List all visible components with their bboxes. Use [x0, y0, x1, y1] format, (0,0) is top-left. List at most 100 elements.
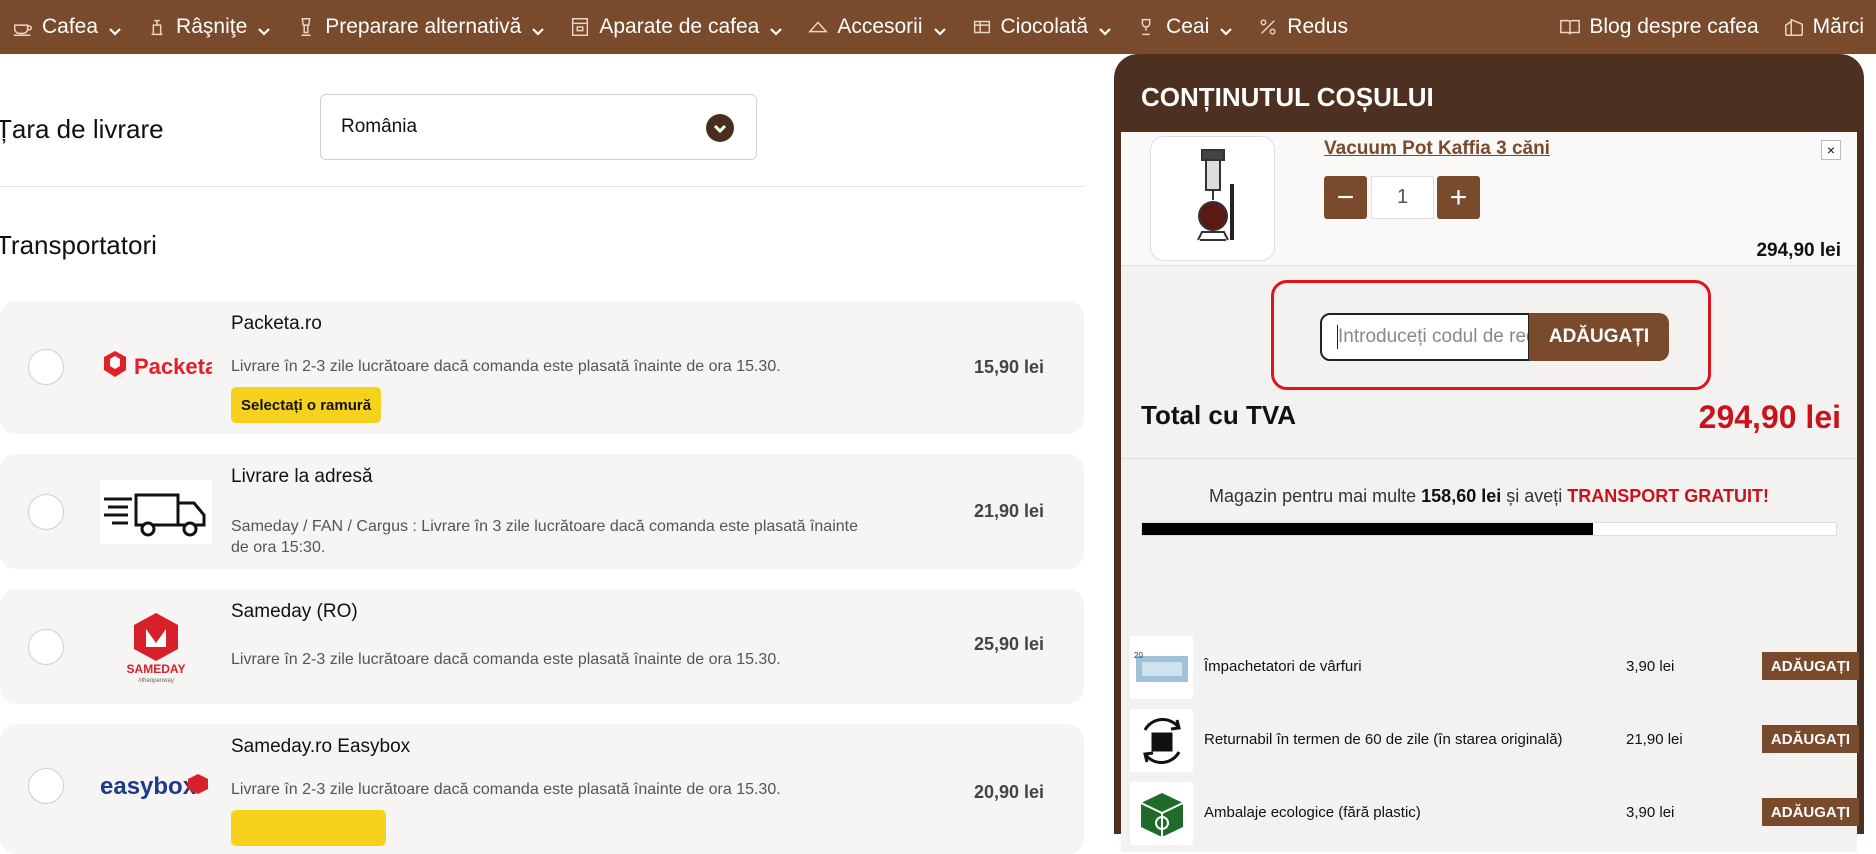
cart-panel: CONȚINUTUL COȘULUI Vacuum Pot Kaffia 3 c… — [1114, 54, 1864, 852]
packeta-logo: Packeta — [100, 335, 212, 399]
carrier-sameday[interactable]: SAMEDAY #theopenway Sameday (RO) Livrare… — [0, 589, 1084, 704]
select-branch-button[interactable]: Selectați o ramură — [231, 387, 382, 423]
nav-label: Aparate de cafea — [599, 15, 760, 38]
nav-label: Blog despre cafea — [1589, 15, 1759, 38]
chevron-down-icon — [531, 20, 545, 36]
carrier-radio[interactable] — [28, 349, 64, 385]
grinder-icon — [146, 16, 168, 38]
nav-item-ciocolata[interactable]: Ciocolată — [959, 0, 1125, 54]
nav-label: Accesorii — [837, 15, 923, 38]
coupon-add-button[interactable]: ADĂUGAȚI — [1529, 313, 1669, 361]
minus-icon: − — [1336, 180, 1355, 214]
nav-item-rasnite[interactable]: Râşniţe — [134, 0, 283, 54]
product-image[interactable] — [1150, 136, 1275, 261]
addon-tip-wrapper: 20 Împachetatori de vârfuri 3,90 lei ADĂ… — [1130, 636, 1859, 700]
addon-name: Returnabil în termen de 60 de zile (în s… — [1204, 731, 1563, 748]
carrier-address-delivery[interactable]: Livrare la adresă Sameday / FAN / Cargus… — [0, 454, 1084, 569]
chevron-down-icon — [1219, 20, 1233, 36]
carrier-price: 25,90 lei — [973, 634, 1044, 654]
carrier-name: Sameday (RO) — [231, 601, 358, 622]
country-value: România — [341, 116, 418, 137]
chocolate-icon — [971, 16, 993, 38]
addon-add-button[interactable]: ADĂUGAȚI — [1762, 725, 1859, 753]
free-shipping-message: Magazin pentru mai multe 158,60 lei și a… — [1121, 486, 1857, 507]
nav-label: Mărci — [1812, 15, 1864, 38]
nav-item-preparare[interactable]: Preparare alternativă — [283, 0, 557, 54]
divider — [0, 186, 1084, 187]
carrier-packeta[interactable]: Packeta Packeta.ro Livrare în 2-3 zile l… — [0, 301, 1084, 434]
percent-icon — [1257, 16, 1279, 38]
shipping-section: Țara de livrare România Transportatori P… — [0, 54, 1084, 854]
chevron-down-icon — [706, 114, 734, 142]
accessories-icon — [807, 16, 829, 38]
nav-label: Cafea — [42, 15, 99, 38]
coupon-highlight: Introduceți codul de reducere ADĂUGAȚI — [1271, 280, 1711, 390]
addon-add-button[interactable]: ADĂUGAȚI — [1762, 652, 1859, 680]
espresso-machine-icon — [569, 16, 591, 38]
cart-title: CONȚINUTUL COȘULUI — [1141, 82, 1434, 112]
qty-input[interactable]: 1 — [1371, 176, 1434, 219]
carrier-desc: Livrare în 2-3 zile lucrătoare dacă coma… — [231, 781, 781, 798]
chevron-down-icon — [769, 20, 783, 36]
nav-item-redus[interactable]: Redus — [1245, 0, 1360, 54]
addon-name: Împachetatori de vârfuri — [1204, 658, 1362, 675]
carrier-radio[interactable] — [28, 768, 64, 804]
addon-price: 3,90 lei — [1626, 658, 1675, 675]
carrier-radio[interactable] — [28, 494, 64, 530]
nav-item-marci[interactable]: Mărci — [1771, 0, 1876, 54]
country-select[interactable]: România — [320, 94, 757, 160]
free-shipping-progress — [1141, 522, 1837, 536]
carrier-price: 20,90 lei — [973, 782, 1044, 802]
carrier-easybox[interactable]: easybox Sameday.ro Easybox Livrare în 2-… — [0, 724, 1084, 854]
select-branch-button[interactable] — [231, 810, 386, 846]
free-shipping-highlight: TRANSPORT GRATUIT! — [1567, 486, 1769, 506]
chevron-down-icon — [108, 20, 122, 36]
truck-logo — [100, 480, 212, 544]
addon-returnable: Returnabil în termen de 60 de zile (în s… — [1130, 709, 1859, 773]
addon-price: 21,90 lei — [1626, 731, 1683, 748]
nav-label: Ceai — [1166, 15, 1210, 38]
coffee-cup-icon — [12, 16, 34, 38]
carrier-desc: Livrare în 2-3 zile lucrătoare dacă coma… — [231, 358, 781, 375]
nav-item-ceai[interactable]: Ceai — [1124, 0, 1245, 54]
chevron-down-icon — [1098, 20, 1112, 36]
free-shipping-prefix: Magazin pentru mai multe — [1209, 486, 1417, 506]
addon-add-button[interactable]: ADĂUGAȚI — [1762, 798, 1859, 826]
remove-item-button[interactable]: × — [1821, 140, 1841, 160]
carrier-name: Packeta.ro — [231, 313, 322, 334]
nav-item-cafea[interactable]: Cafea — [0, 0, 134, 54]
book-icon — [1559, 16, 1581, 38]
tea-icon — [1136, 16, 1158, 38]
carrier-radio[interactable] — [28, 629, 64, 665]
carrier-price: 21,90 lei — [973, 501, 1044, 521]
easybox-logo-text: easybox — [100, 773, 197, 800]
free-shipping-amount: 158,60 lei — [1421, 486, 1502, 506]
tip-wrapper-thumb-text: 20 — [1134, 651, 1143, 660]
nav-label: Râşniţe — [176, 15, 248, 38]
sameday-logo: SAMEDAY #theopenway — [100, 607, 212, 687]
progress-fill — [1142, 523, 1594, 535]
nav-item-accesorii[interactable]: Accesorii — [795, 0, 958, 54]
coupon-input[interactable]: Introduceți codul de reducere — [1320, 313, 1530, 361]
qty-increase-button[interactable]: + — [1437, 176, 1480, 219]
item-price: 294,90 lei — [1756, 240, 1841, 261]
qty-decrease-button[interactable]: − — [1324, 176, 1367, 219]
easybox-logo: easybox — [100, 752, 212, 816]
nav-item-aparate[interactable]: Aparate de cafea — [557, 0, 795, 54]
free-shipping-middle: și aveți — [1506, 486, 1563, 506]
product-name-link[interactable]: Vacuum Pot Kaffia 3 căni — [1324, 138, 1550, 160]
sameday-logo-sub: #theopenway — [138, 678, 174, 684]
return-icon — [1130, 709, 1193, 772]
divider — [1121, 458, 1857, 459]
country-label: Țara de livrare — [0, 114, 164, 144]
carrier-name: Sameday.ro Easybox — [231, 736, 411, 757]
nav-item-blog[interactable]: Blog despre cafea — [1547, 0, 1770, 54]
nav-label: Redus — [1287, 15, 1348, 38]
chevron-down-icon — [257, 20, 271, 36]
total-label: Total cu TVA — [1141, 400, 1297, 430]
carrier-desc: Sameday / FAN / Cargus : Livrare în 3 zi… — [231, 518, 858, 556]
carrier-desc: Livrare în 2-3 zile lucrătoare dacă coma… — [231, 651, 781, 668]
brewer-icon — [295, 16, 317, 38]
plus-icon: + — [1449, 180, 1468, 214]
top-navigation: Cafea Râşniţe Preparare alternativă Apar… — [0, 0, 1876, 54]
